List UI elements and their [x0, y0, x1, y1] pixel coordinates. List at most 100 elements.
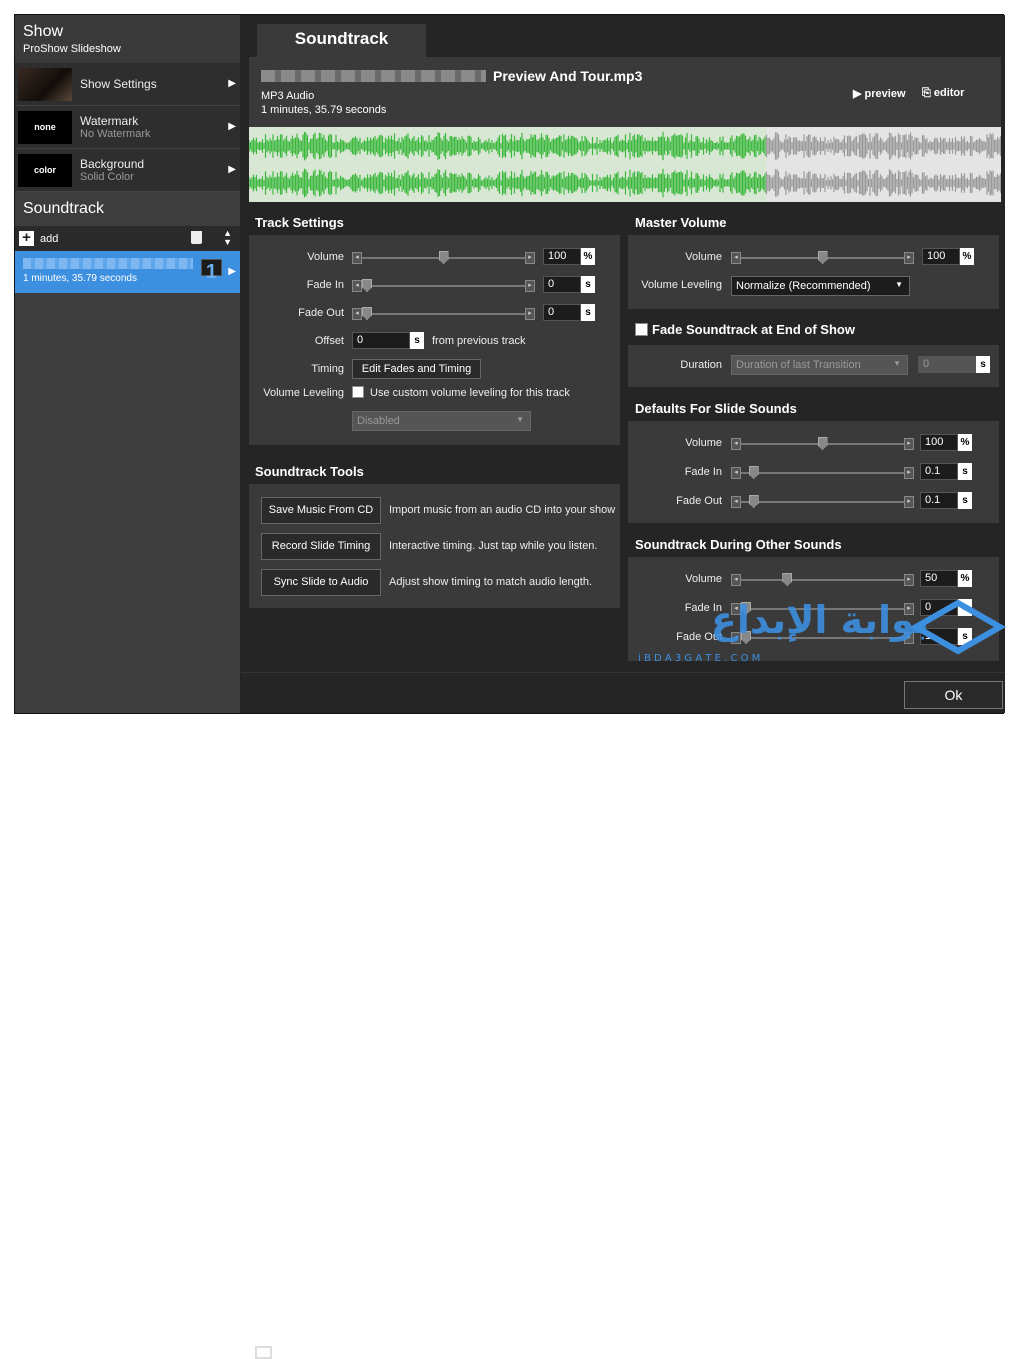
- track-fade-out-slider[interactable]: ◂ ▸: [352, 307, 535, 320]
- trash-icon[interactable]: [191, 231, 202, 244]
- track-fade-in-slider[interactable]: ◂ ▸: [352, 279, 535, 292]
- slider-knob[interactable]: [362, 307, 372, 320]
- file-length: 1 minutes, 35.79 seconds: [261, 104, 387, 116]
- master-volume-panel: Volume ◂ ▸ 100 % Volume Leveling Normaliz…: [628, 235, 999, 309]
- track-settings-panel: Volume ◂ ▸ 100 % Fade In ◂ ▸ 0 s Fade Out …: [249, 235, 620, 445]
- editor-icon: ⎘: [922, 87, 931, 99]
- chevron-down-icon: ▼: [516, 415, 524, 424]
- sidebar-item-show-settings[interactable]: Show Settings ▶: [15, 63, 240, 106]
- slider-knob[interactable]: [438, 251, 449, 264]
- chevron-down-icon: ▼: [895, 280, 903, 289]
- offset-input[interactable]: 0: [352, 332, 410, 349]
- file-name: Preview And Tour.mp3: [493, 68, 643, 84]
- file-info-panel: Preview And Tour.mp3 MP3 Audio 1 minutes…: [249, 57, 1001, 202]
- track-fade-out-input[interactable]: 0: [543, 304, 581, 321]
- slide-sounds-title: Defaults For Slide Sounds: [635, 401, 797, 416]
- site-watermark: بوابة الإبداع i B D A 3 G A T E . C O M: [638, 598, 1007, 664]
- sidebar-header: Show ProShow Slideshow: [15, 15, 240, 63]
- add-icon[interactable]: +: [19, 230, 34, 246]
- file-type: MP3 Audio: [261, 90, 315, 102]
- sidebar-item-label: Show Settings: [80, 77, 157, 91]
- slider-knob[interactable]: [817, 437, 828, 450]
- blurred-track-name: [23, 258, 193, 269]
- fade-duration-input: 0: [918, 356, 976, 373]
- show-subtitle: ProShow Slideshow: [23, 43, 121, 55]
- sidebar-item-background[interactable]: color Background Solid Color ▶: [15, 149, 240, 192]
- unit-label: %: [581, 248, 595, 265]
- track-index: 1: [200, 259, 222, 283]
- volume-label: Volume: [685, 251, 722, 263]
- fade-end-checkbox[interactable]: [635, 323, 648, 336]
- custom-leveling-label: Use custom volume leveling for this trac…: [370, 387, 570, 399]
- blurred-file-prefix: [261, 70, 486, 82]
- unit-label: %: [958, 434, 972, 451]
- editor-button[interactable]: ⎘ editor: [922, 87, 964, 100]
- slide-volume-input[interactable]: 100: [920, 434, 958, 451]
- other-sounds-title: Soundtrack During Other Sounds: [635, 537, 842, 552]
- ok-button[interactable]: Ok: [904, 681, 1003, 709]
- track-volume-input[interactable]: 100: [543, 248, 581, 265]
- slide-fade-out-input[interactable]: 0.1: [920, 492, 958, 509]
- unit-label: s: [581, 304, 595, 321]
- track-fade-in-input[interactable]: 0: [543, 276, 581, 293]
- slider-knob[interactable]: [817, 251, 828, 264]
- slide-fade-in-input[interactable]: 0.1: [920, 463, 958, 480]
- sync-slide-audio-button[interactable]: Sync Slide to Audio: [261, 569, 381, 596]
- slider-knob[interactable]: [748, 466, 759, 479]
- master-leveling-dropdown[interactable]: Normalize (Recommended) ▼: [731, 276, 910, 296]
- unit-label: s: [958, 492, 972, 509]
- record-slide-timing-button[interactable]: Record Slide Timing: [261, 533, 381, 560]
- fade-in-label: Fade In: [306, 279, 344, 291]
- unit-label: %: [960, 248, 974, 265]
- editor-label: editor: [933, 87, 965, 99]
- sidebar-item-label: Watermark: [80, 114, 139, 128]
- volume-leveling-label: Volume Leveling: [263, 387, 344, 399]
- sidebar: Show ProShow Slideshow Show Settings ▶ n…: [15, 15, 240, 713]
- slide-fade-out-slider[interactable]: ◂ ▸: [731, 495, 914, 508]
- bottom-bar: [241, 672, 1005, 1359]
- timing-label: Timing: [311, 363, 344, 375]
- chevron-down-icon: ▼: [893, 359, 901, 368]
- master-volume-slider[interactable]: ◂ ▸: [731, 251, 914, 264]
- slider-knob[interactable]: [362, 279, 372, 292]
- unit-label: s: [410, 332, 424, 349]
- preview-button[interactable]: ▶ preview: [853, 87, 906, 100]
- add-button[interactable]: add: [40, 233, 58, 245]
- fade-end-panel: Duration Duration of last Transition ▼ 0 …: [628, 345, 999, 387]
- tab-soundtrack[interactable]: Soundtrack: [257, 24, 426, 57]
- soundtrack-heading: Soundtrack: [23, 200, 104, 217]
- sidebar-item-watermark[interactable]: none Watermark No Watermark ▶: [15, 106, 240, 149]
- unit-label: s: [976, 356, 990, 373]
- soundtrack-tools-panel: Save Music From CD Import music from an …: [249, 484, 620, 608]
- fade-end-label: Fade Soundtrack at End of Show: [652, 322, 855, 337]
- slide-sounds-panel: Volume ◂ ▸ 100 % Fade In ◂ ▸ 0.1 s Fade Ou…: [628, 421, 999, 523]
- master-volume-input[interactable]: 100: [922, 248, 960, 265]
- slider-knob[interactable]: [748, 495, 759, 508]
- soundtrack-tools-title: Soundtrack Tools: [255, 464, 364, 479]
- fade-in-label: Fade In: [684, 466, 722, 478]
- preview-label: preview: [864, 88, 906, 100]
- slide-fade-in-slider[interactable]: ◂ ▸: [731, 466, 914, 479]
- chevron-right-icon: ▶: [228, 164, 236, 175]
- window-icon[interactable]: [255, 1346, 272, 1359]
- chevron-right-icon: ▶: [228, 121, 236, 132]
- custom-leveling-checkbox[interactable]: [352, 386, 364, 398]
- leveling-dropdown-value: Disabled: [357, 415, 400, 427]
- track-list-item[interactable]: 1 minutes, 35.79 seconds 1 ▶: [15, 251, 240, 293]
- slide-volume-slider[interactable]: ◂ ▸: [731, 437, 914, 450]
- master-volume-title: Master Volume: [635, 215, 727, 230]
- reorder-arrows-icon[interactable]: ▲ ▼: [223, 229, 232, 247]
- sidebar-item-label: Background: [80, 157, 145, 171]
- master-leveling-value: Normalize (Recommended): [736, 280, 871, 292]
- play-icon: ▶: [853, 88, 862, 100]
- chevron-right-icon: ▶: [228, 78, 236, 89]
- leveling-dropdown: Disabled ▼: [352, 411, 531, 431]
- edit-fades-timing-button[interactable]: Edit Fades and Timing: [352, 359, 481, 379]
- save-music-cd-button[interactable]: Save Music From CD: [261, 497, 381, 524]
- track-volume-slider[interactable]: ◂ ▸: [352, 251, 535, 264]
- show-title: Show: [23, 23, 64, 40]
- volume-label: Volume: [307, 251, 344, 263]
- chevron-right-icon: ▶: [228, 266, 236, 277]
- sidebar-item-sub: No Watermark: [80, 128, 151, 140]
- audio-waveform[interactable]: [249, 127, 1001, 202]
